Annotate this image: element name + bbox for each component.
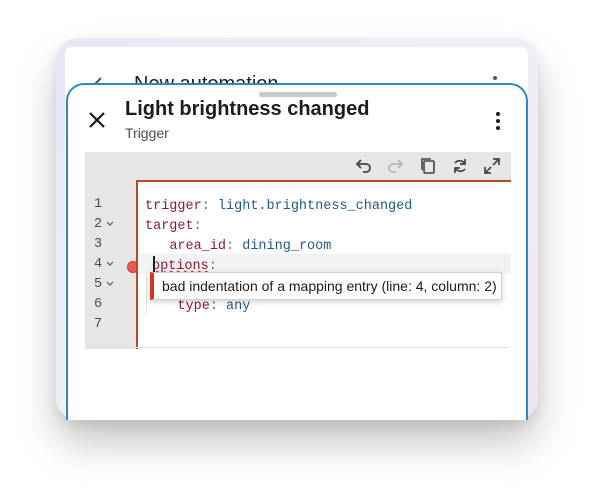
code-line: type: any bbox=[177, 299, 251, 314]
drag-handle[interactable] bbox=[259, 92, 337, 97]
yaml-editor[interactable]: 1 2 3 4 5 6 7 trigger: light.brightness_… bbox=[85, 152, 511, 349]
code-line: trigger: light.brightness_changed bbox=[145, 199, 413, 214]
copy-icon[interactable] bbox=[418, 156, 438, 176]
line-number: 4 bbox=[94, 255, 139, 275]
text-cursor bbox=[153, 256, 155, 273]
expand-icon[interactable] bbox=[482, 156, 502, 176]
trigger-dialog: Light brightness changed Trigger 1 2 3 4… bbox=[66, 83, 528, 420]
refresh-icon[interactable] bbox=[450, 156, 470, 176]
line-number: 5 bbox=[94, 275, 134, 295]
close-icon[interactable] bbox=[86, 109, 108, 131]
editor-divider bbox=[84, 347, 509, 348]
line-number: 6 bbox=[94, 297, 103, 312]
dialog-title: Light brightness changed bbox=[125, 98, 370, 120]
more-vert-icon[interactable] bbox=[495, 111, 501, 131]
fold-chevron-icon[interactable] bbox=[106, 221, 114, 227]
line-number: 2 bbox=[94, 215, 134, 235]
line-number: 7 bbox=[94, 317, 103, 332]
fold-chevron-icon[interactable] bbox=[106, 261, 114, 267]
redo-icon[interactable] bbox=[385, 156, 405, 176]
dialog-subtitle: Trigger bbox=[125, 125, 169, 141]
editor-toolbar bbox=[85, 152, 511, 180]
line-number-gutter: 1 2 3 4 5 6 7 bbox=[85, 180, 139, 349]
code-line: area_id: dining_room bbox=[169, 239, 332, 254]
fold-chevron-icon[interactable] bbox=[106, 281, 114, 287]
undo-icon[interactable] bbox=[354, 156, 374, 176]
line-number: 1 bbox=[94, 197, 103, 212]
lint-error-tooltip: bad indentation of a mapping entry (line… bbox=[150, 272, 502, 300]
line-number: 3 bbox=[94, 237, 103, 252]
code-line: target: bbox=[145, 219, 202, 234]
code-area[interactable]: trigger: light.brightness_changed target… bbox=[136, 180, 511, 349]
